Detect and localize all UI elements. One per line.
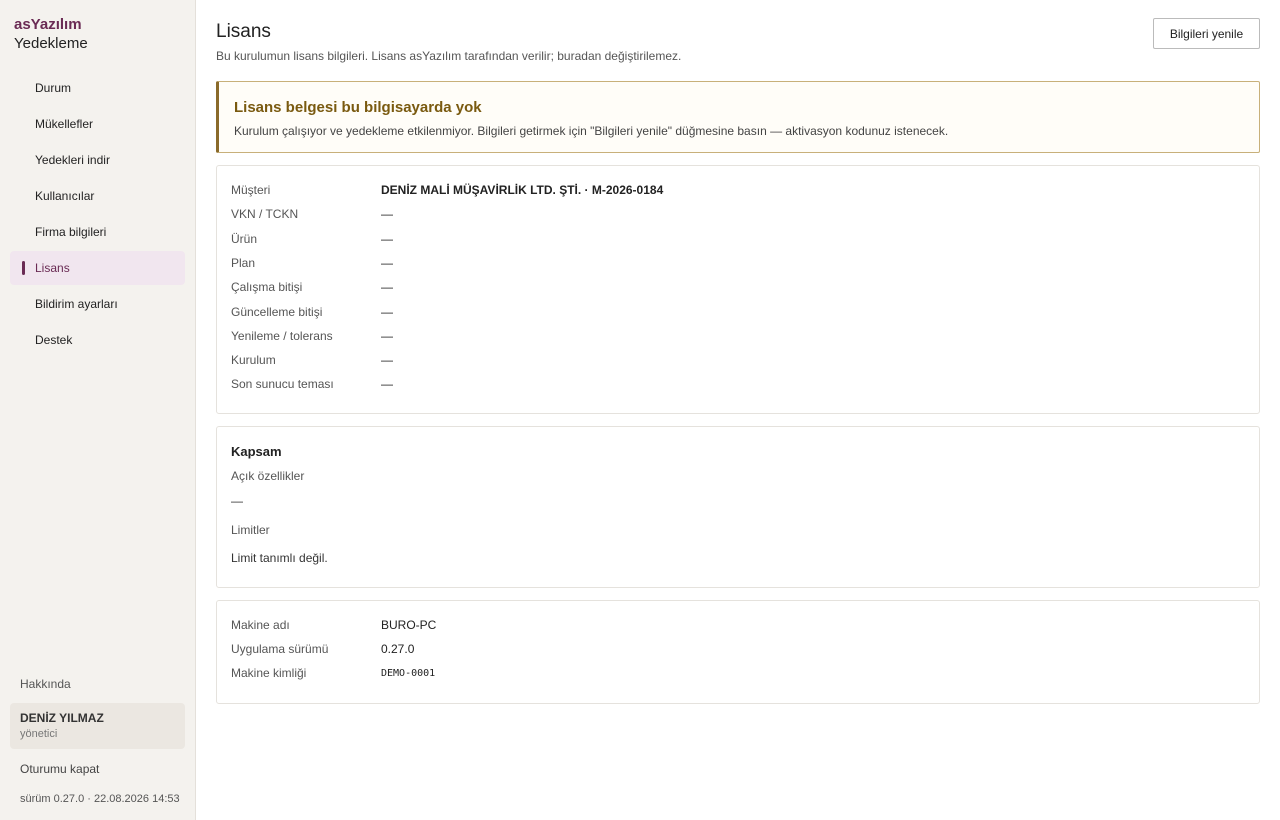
scope-title: Kapsam [231,444,282,459]
brand: asYazılım Yedekleme [14,15,88,53]
refresh-button[interactable]: Bilgileri yenile [1153,18,1260,49]
sidebar-nav: Durum Mükellefler Yedekleri indir Kullan… [10,71,185,359]
license-value: — [381,207,393,221]
license-value: — [381,353,393,367]
machine-key: Makine adı [231,618,290,632]
sidebar-item-durum[interactable]: Durum [10,71,185,105]
machine-key: Uygulama sürümü [231,642,329,656]
license-value: — [381,305,393,319]
license-key: Güncelleme bitişi [231,305,323,319]
license-key: Plan [231,256,256,270]
license-key: VKN / TCKN [231,207,299,221]
license-key: Çalışma bitişi [231,280,303,294]
user-name: DENİZ YILMAZ [20,711,104,725]
license-value: — [381,329,393,343]
sidebar-item-mukellefler[interactable]: Mükellefler [10,107,185,141]
license-value: DENİZ MALİ MÜŞAVİRLİK LTD. ŞTİ. · M-2026… [381,183,664,197]
machine-value: 0.27.0 [381,642,415,656]
sidebar-item-lisans[interactable]: Lisans [10,251,185,285]
sidebar-item-yedekleri-indir[interactable]: Yedekleri indir [10,143,185,177]
license-value: — [381,280,393,294]
sidebar-item-bildirim-ayarlari[interactable]: Bildirim ayarları [10,287,185,321]
sidebar-item-kullanicilar[interactable]: Kullanıcılar [10,179,185,213]
features-value: — [231,494,243,508]
about-link[interactable]: Hakkında [20,677,71,691]
license-key: Son sunucu teması [231,377,334,391]
license-value: — [381,256,393,270]
user-role: yönetici [20,728,58,740]
warning-title: Lisans belgesi bu bilgisayarda yok [234,99,482,116]
user-card: DENİZ YILMAZ yönetici [10,703,185,749]
machine-id-value: DEMO-0001 [381,668,436,679]
brand-name: asYazılım [14,16,82,33]
logout-link[interactable]: Oturumu kapat [20,762,99,776]
license-value: — [381,232,393,246]
sidebar-item-destek[interactable]: Destek [10,323,185,357]
license-details-card: Müşteri DENİZ MALİ MÜŞAVİRLİK LTD. ŞTİ. … [216,165,1260,414]
page-title: Lisans [216,21,271,42]
license-warning: Lisans belgesi bu bilgisayarda yok Kurul… [216,81,1260,153]
warning-text: Kurulum çalışıyor ve yedekleme etkilenmi… [234,124,949,138]
license-value: — [381,377,393,391]
page-subtitle: Bu kurulumun lisans bilgileri. Lisans as… [216,49,682,63]
machine-key: Makine kimliği [231,666,307,680]
license-key: Müşteri [231,183,271,197]
license-key: Ürün [231,232,258,246]
version-text: sürüm 0.27.0 · 22.08.2026 14:53 [20,793,180,805]
scope-card: Kapsam Açık özellikler — Limitler Limit … [216,426,1260,588]
machine-value: BURO-PC [381,618,437,632]
limits-value: Limit tanımlı değil. [231,551,328,565]
license-key: Yenileme / tolerans [231,329,333,343]
license-key: Kurulum [231,353,276,367]
sidebar-item-firma-bilgileri[interactable]: Firma bilgileri [10,215,185,249]
limits-label: Limitler [231,523,270,537]
brand-product: Yedekleme [14,35,88,52]
features-label: Açık özellikler [231,469,305,483]
sidebar: asYazılım Yedekleme Durum Mükellefler Ye… [0,0,196,820]
machine-card: Makine adı BURO-PC Uygulama sürümü 0.27.… [216,600,1260,704]
